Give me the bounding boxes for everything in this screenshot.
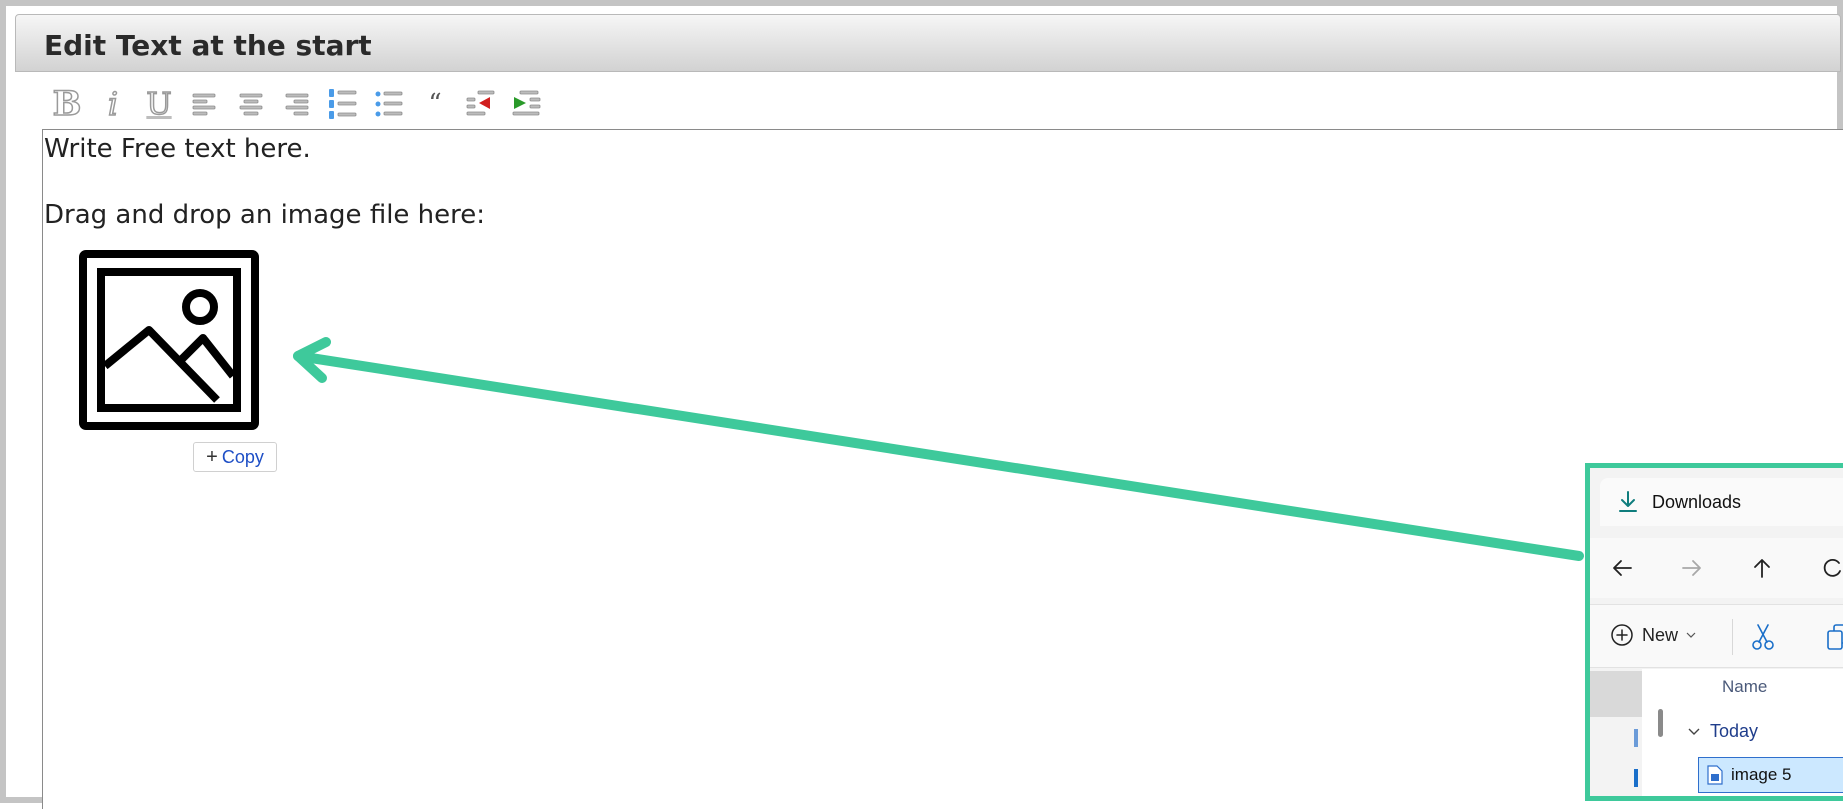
indent-icon xyxy=(512,90,541,116)
group-header-today[interactable]: Today xyxy=(1688,721,1758,742)
arrow-up-icon xyxy=(1754,559,1770,578)
file-explorer-window: Downloads New Name Today image 5 xyxy=(1585,463,1843,801)
align-right-icon xyxy=(285,93,309,116)
refresh-icon xyxy=(1823,558,1841,577)
navigation-bar xyxy=(1590,538,1843,598)
refresh-button[interactable] xyxy=(1816,552,1843,584)
arrow-left-icon xyxy=(1613,560,1632,576)
formatting-toolbar: B i U “ xyxy=(50,83,544,125)
title-bar: Edit Text at the start xyxy=(15,14,1841,72)
copy-icon xyxy=(1827,624,1843,650)
align-center-button[interactable] xyxy=(234,86,268,122)
app-window: Edit Text at the start B i U “ Write Fre… xyxy=(0,0,1843,809)
italic-icon: i xyxy=(107,84,119,124)
file-list-pane: Name Today image 5 xyxy=(1590,669,1843,796)
copy-label: Copy xyxy=(221,446,264,467)
navigation-pane xyxy=(1590,669,1642,796)
unordered-list-button[interactable] xyxy=(372,86,406,122)
plus-circle-icon xyxy=(1611,624,1633,646)
cut-button[interactable] xyxy=(1750,623,1776,655)
editor-line-2: Drag and drop an image file here: xyxy=(44,200,486,230)
up-button[interactable] xyxy=(1746,552,1778,584)
align-center-icon xyxy=(239,93,263,116)
blockquote-button[interactable]: “ xyxy=(418,86,452,122)
forward-button[interactable] xyxy=(1676,552,1708,584)
file-item[interactable]: image 5 xyxy=(1698,757,1843,793)
new-label: New xyxy=(1642,624,1679,645)
copy-button[interactable]: + Copy xyxy=(193,442,277,472)
copy-file-button[interactable] xyxy=(1826,623,1843,655)
chevron-down-icon xyxy=(1688,728,1700,735)
column-header-name[interactable]: Name xyxy=(1722,677,1767,697)
align-right-button[interactable] xyxy=(280,86,314,122)
tab-title: Downloads xyxy=(1652,491,1742,512)
nav-item-marker xyxy=(1634,729,1638,747)
quote-icon: “ xyxy=(428,89,442,119)
editor-line-1: Write Free text here. xyxy=(44,134,311,164)
back-button[interactable] xyxy=(1606,552,1638,584)
underline-icon: U xyxy=(146,86,173,123)
align-left-button[interactable] xyxy=(188,86,222,122)
scrollbar-thumb[interactable] xyxy=(1658,709,1663,737)
bold-icon: B xyxy=(52,83,82,125)
indent-button[interactable] xyxy=(510,86,544,122)
align-left-icon xyxy=(192,93,216,116)
group-label: Today xyxy=(1710,721,1759,741)
chevron-down-icon xyxy=(1686,632,1696,638)
nav-item-marker xyxy=(1634,769,1638,787)
italic-button[interactable]: i xyxy=(96,84,130,124)
new-button[interactable]: New xyxy=(1610,623,1696,647)
image-file-icon xyxy=(1707,765,1723,785)
toolbar-divider xyxy=(1732,619,1733,655)
outdent-button[interactable] xyxy=(464,86,498,122)
download-icon xyxy=(1619,491,1637,512)
ordered-list-button[interactable] xyxy=(326,86,360,122)
unordered-list-icon xyxy=(375,91,403,117)
image-placeholder-icon[interactable] xyxy=(79,250,259,430)
navigation-pane-selected-item[interactable] xyxy=(1590,671,1642,717)
ordered-list-icon xyxy=(329,89,357,119)
text-editor-area[interactable]: Write Free text here. Drag and drop an i… xyxy=(42,129,1843,809)
scissors-icon xyxy=(1752,624,1774,650)
command-bar: New xyxy=(1590,604,1843,668)
bold-button[interactable]: B xyxy=(50,83,84,125)
tab-downloads[interactable]: Downloads xyxy=(1600,478,1843,526)
window-title: Edit Text at the start xyxy=(44,29,372,62)
arrow-right-icon xyxy=(1682,560,1701,576)
file-name: image 5 xyxy=(1731,765,1792,784)
underline-button[interactable]: U xyxy=(142,86,176,123)
outdent-icon xyxy=(466,90,495,116)
plus-icon: + xyxy=(206,445,218,468)
